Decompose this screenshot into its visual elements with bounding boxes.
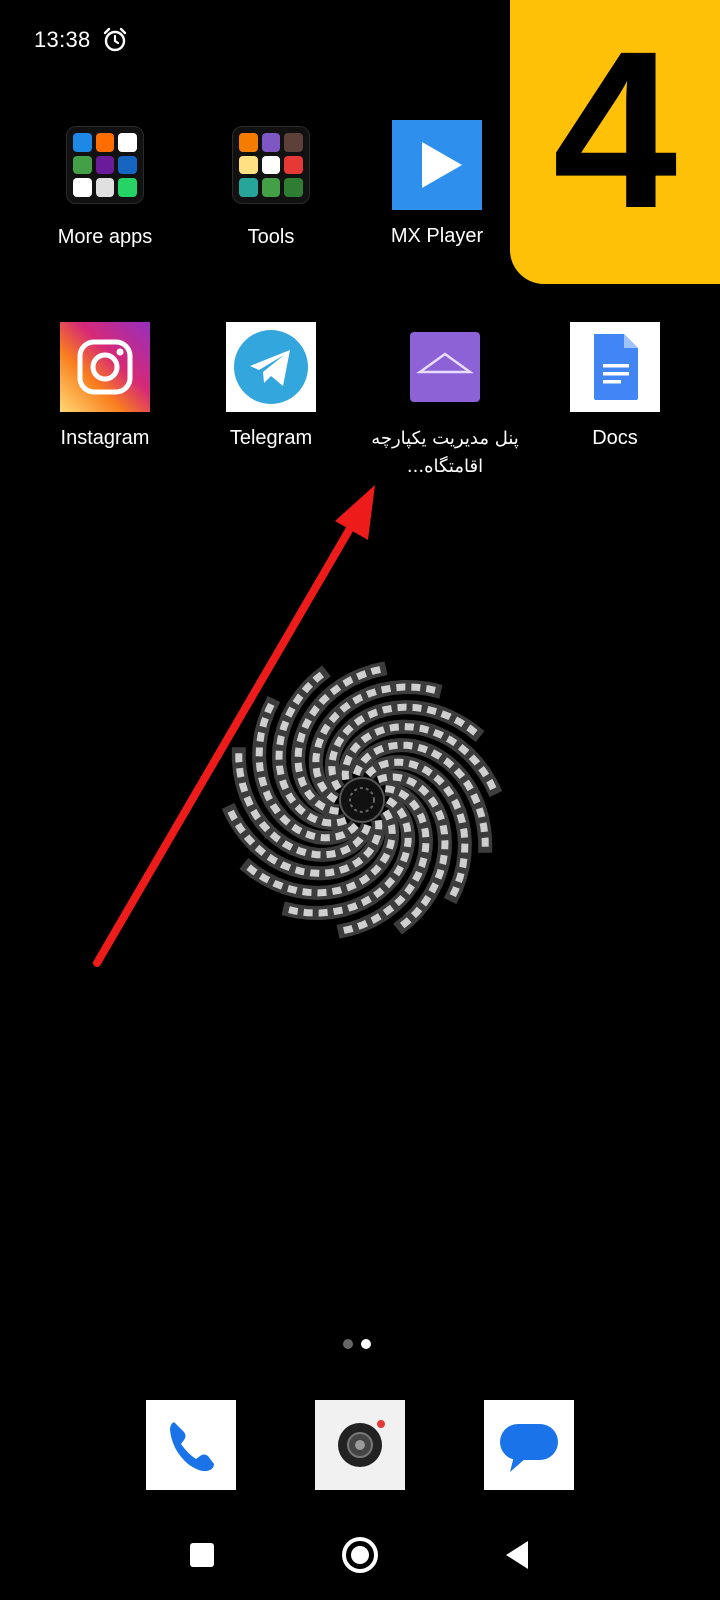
messages-icon[interactable] [484, 1400, 574, 1490]
page-indicator [340, 1339, 380, 1351]
back-triangle-icon [506, 1541, 528, 1569]
phone-icon[interactable] [146, 1400, 236, 1490]
more-apps-folder-icon [60, 126, 150, 216]
telegram-icon [226, 322, 316, 412]
app-label: پنل مدیریت یکپارچه اقامتگاه... [371, 428, 519, 477]
instagram-icon [60, 322, 150, 412]
mx-player-icon [392, 120, 482, 210]
navigation-bar [0, 1520, 720, 1590]
app-label: Docs [592, 427, 638, 449]
home-button[interactable] [325, 1520, 395, 1590]
google-docs-icon [570, 322, 660, 412]
step-number-badge: 4 [510, 0, 720, 284]
home-circle-icon [342, 1537, 378, 1573]
alarm-clock-icon [103, 27, 127, 52]
page-dot-active[interactable] [361, 1339, 371, 1349]
app-label: More apps [57, 226, 153, 248]
recents-button[interactable] [167, 1520, 237, 1590]
app-mx-player[interactable]: MX Player [352, 120, 522, 249]
page-dot-inactive[interactable] [343, 1339, 353, 1349]
app-tools[interactable]: Tools [186, 120, 356, 250]
app-label: Tools [247, 226, 295, 248]
camera-icon[interactable] [315, 1400, 405, 1490]
app-more-apps[interactable]: More apps [20, 120, 190, 250]
recents-square-icon [190, 1543, 214, 1567]
app-docs[interactable]: Docs [530, 322, 700, 451]
app-label: Instagram [60, 427, 150, 449]
app-label: Telegram [229, 427, 313, 449]
app-instagram[interactable]: Instagram [20, 322, 190, 451]
app-telegram[interactable]: Telegram [186, 322, 356, 451]
tools-folder-icon [226, 126, 316, 216]
residence-panel-icon [410, 332, 480, 402]
app-residence-panel[interactable]: پنل مدیریت یکپارچه اقامتگاه... [360, 322, 530, 481]
step-number: 4 [552, 5, 678, 255]
spiral-wallpaper-graphic [222, 661, 502, 939]
back-button[interactable] [482, 1520, 552, 1590]
status-time: 13:38 [34, 27, 91, 52]
app-label: MX Player [390, 225, 484, 247]
